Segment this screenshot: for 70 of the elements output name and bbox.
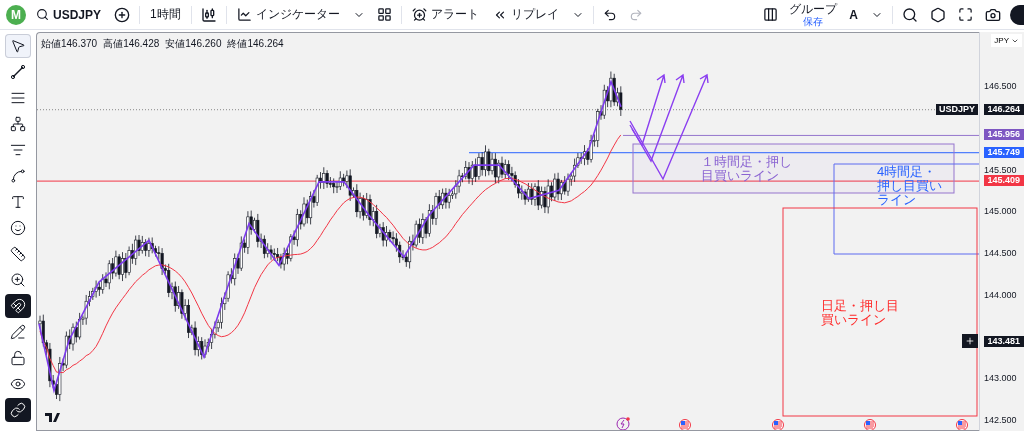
price-label: 146.264 <box>984 103 1024 115</box>
price-tick-label: 142.500 <box>984 415 1017 425</box>
price-tick-label: 144.500 <box>984 248 1017 258</box>
candles-icon <box>200 6 217 23</box>
plus-circle-icon <box>114 6 131 23</box>
path-icon <box>10 168 26 184</box>
alarm-clock-icon <box>411 7 427 22</box>
symbol-search-button[interactable]: USDJPY <box>32 5 106 24</box>
horizontal-line[interactable] <box>622 134 979 136</box>
price-label: 145.749 <box>984 146 1024 158</box>
fib-lines-icon <box>10 142 26 158</box>
font-button[interactable]: A <box>845 5 862 24</box>
pattern-icon <box>10 116 26 132</box>
zoom-in-icon <box>10 272 26 288</box>
search-icon <box>36 8 49 21</box>
search-icon <box>902 6 918 23</box>
columns-icon <box>763 7 779 22</box>
symbol-label: USDJPY <box>936 103 978 115</box>
price-tick-label: 144.000 <box>984 289 1017 300</box>
price-label: 143.481 <box>984 336 1024 348</box>
price-tick-label: 145.000 <box>984 206 1017 217</box>
rectangle-drawing[interactable] <box>833 163 979 255</box>
horizontal-line[interactable] <box>468 152 979 154</box>
camera-icon <box>985 6 1001 23</box>
currency-button[interactable]: JPY <box>991 34 1022 47</box>
us-flag-icon[interactable] <box>864 419 876 430</box>
horizontal-lines-icon <box>10 90 26 106</box>
logo-icon[interactable] <box>45 413 60 422</box>
us-flag-icon[interactable] <box>772 419 784 430</box>
plus-icon <box>965 336 975 347</box>
price-tick-label: 143.000 <box>984 373 1017 384</box>
interval-button[interactable]: 1時間 <box>146 4 185 25</box>
horizontal-line[interactable] <box>37 180 979 182</box>
eye-icon <box>10 376 26 392</box>
price-label: 145.409 <box>984 175 1024 187</box>
drawing-tool-button[interactable] <box>5 398 31 422</box>
lightning-icon[interactable] <box>616 417 630 430</box>
us-flag-icon[interactable] <box>679 419 691 430</box>
cursor-icon <box>10 38 26 54</box>
ohlc-value: 終値146.264 <box>227 37 284 51</box>
layout-save-button[interactable]: グループ 保存 <box>787 2 840 27</box>
add-button[interactable] <box>962 334 978 349</box>
chart-text-note[interactable]: １時間足・押し目買いライン <box>701 155 800 183</box>
alert-button[interactable]: アラート <box>407 4 483 25</box>
price-tick-label: 146.500 <box>984 81 1017 91</box>
us-flag-icon[interactable] <box>956 419 968 430</box>
replay-button[interactable]: リプレイ <box>488 4 563 25</box>
redo-icon <box>628 7 643 22</box>
settings-icon <box>930 6 946 23</box>
publish-button[interactable] <box>1010 4 1024 25</box>
text-icon <box>10 194 26 210</box>
ruler-icon <box>10 246 26 262</box>
magnet-icon <box>10 298 26 314</box>
rectangle-drawing[interactable] <box>632 143 955 194</box>
indicators-button[interactable]: インジケーター <box>232 4 344 25</box>
link-icon <box>10 402 26 418</box>
ohlc-value: 高値146.428 <box>103 37 160 51</box>
undo-icon <box>602 7 617 22</box>
trend-line-icon <box>10 64 26 80</box>
smiley-icon <box>10 220 26 236</box>
drawing-tool-button[interactable] <box>5 34 31 58</box>
ohlc-value: 始値146.370 <box>41 37 98 51</box>
grid-icon <box>376 7 392 22</box>
drawing-tool-button[interactable] <box>5 294 31 318</box>
unlock-icon <box>10 350 26 366</box>
price-tick-label: 145.500 <box>984 164 1017 175</box>
price-label: 145.956 <box>984 129 1024 141</box>
fullscreen-icon <box>958 7 973 22</box>
chart-line-icon <box>236 7 252 22</box>
ohlc-value: 安値146.260 <box>165 37 222 51</box>
